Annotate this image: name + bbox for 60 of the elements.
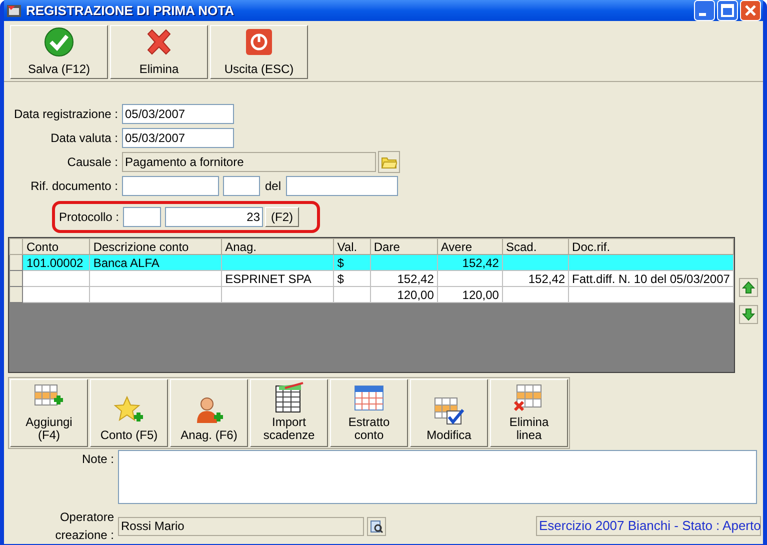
folder-button[interactable] — [378, 151, 400, 173]
close-icon[interactable] — [740, 0, 761, 21]
action-button[interactable]: Elimina linea — [490, 379, 568, 447]
table-cell: 120,00 — [437, 286, 502, 302]
document-field[interactable] — [286, 176, 398, 196]
lookup-button[interactable] — [367, 516, 386, 536]
protocol-field[interactable] — [123, 207, 161, 227]
protocol-number-field[interactable]: 23 — [165, 207, 263, 227]
toolbar-button[interactable]: Salva (F12) — [10, 25, 108, 79]
column-header[interactable]: Scad. — [502, 238, 569, 254]
date-field[interactable]: 05/03/2007 — [122, 104, 234, 124]
date-field[interactable]: 05/03/2007 — [122, 128, 234, 148]
row-header — [10, 238, 23, 254]
power-icon — [243, 26, 275, 58]
column-header[interactable]: Anag. — [222, 238, 334, 254]
app-icon — [6, 2, 22, 18]
move-down-button[interactable] — [739, 305, 758, 324]
action-button[interactable]: Estratto conto — [330, 379, 408, 447]
minimize-icon[interactable] — [694, 0, 715, 21]
document-field[interactable] — [122, 176, 219, 196]
table-row[interactable]: ESPRINET SPA $ 152,42 152,42 Fatt.diff. N. 10 del 05/03/2007 — [10, 270, 734, 286]
column-header[interactable]: Doc.rif. — [568, 238, 734, 254]
folder-icon — [381, 155, 397, 169]
operator-label: Operatore creazione : — [54, 509, 115, 544]
arrow-up-icon — [742, 281, 755, 294]
column-header[interactable]: Dare — [370, 238, 438, 254]
arrow-down-icon — [742, 308, 755, 321]
window-title: REGISTRAZIONE DI PRIMA NOTA — [26, 2, 235, 20]
action-button[interactable]: Modifica — [410, 379, 488, 447]
column-header[interactable]: Conto — [22, 238, 90, 254]
action-button[interactable]: Import scadenze — [250, 379, 328, 447]
status-text: Esercizio 2007 Bianchi - Stato : Aperto — [536, 516, 761, 536]
toolbar-button[interactable]: Elimina — [110, 25, 208, 79]
note-label: Note : — [80, 451, 115, 468]
column-header[interactable]: Descrizione conto — [90, 238, 222, 254]
del-label: del — [264, 178, 282, 195]
table-row[interactable]: 120,00 120,00 — [10, 286, 734, 302]
table-row[interactable]: 101.00002 Banca ALFA $ 152,42 — [10, 254, 734, 270]
field-label: Data valuta : — [50, 130, 119, 147]
operator-field: Rossi Mario — [118, 516, 364, 536]
field-label: Protocollo : — [58, 209, 120, 226]
protocol-button[interactable]: (F2) — [265, 207, 299, 227]
action-button[interactable]: Conto (F5) — [90, 379, 168, 447]
field-label: Rif. documento : — [30, 178, 119, 195]
column-header[interactable]: Avere — [437, 238, 502, 254]
check-icon — [43, 26, 75, 58]
field-label: Causale : — [66, 154, 119, 171]
maximize-icon[interactable] — [717, 0, 738, 21]
document-field[interactable] — [223, 176, 260, 196]
toolbar-button[interactable]: Uscita (ESC) — [210, 25, 308, 79]
magnifier-icon — [370, 520, 383, 532]
action-button[interactable]: Aggiungi (F4) — [10, 379, 88, 447]
note-field[interactable] — [118, 450, 757, 504]
table-cell: 120,00 — [370, 286, 438, 302]
grid-check-icon — [433, 395, 465, 427]
field-label: Data registrazione : — [12, 106, 119, 123]
action-button[interactable]: Anag. (F6) — [170, 379, 248, 447]
move-up-button[interactable] — [739, 278, 758, 297]
spreadsheet-icon — [273, 382, 305, 414]
column-header[interactable]: Val. — [334, 238, 370, 254]
